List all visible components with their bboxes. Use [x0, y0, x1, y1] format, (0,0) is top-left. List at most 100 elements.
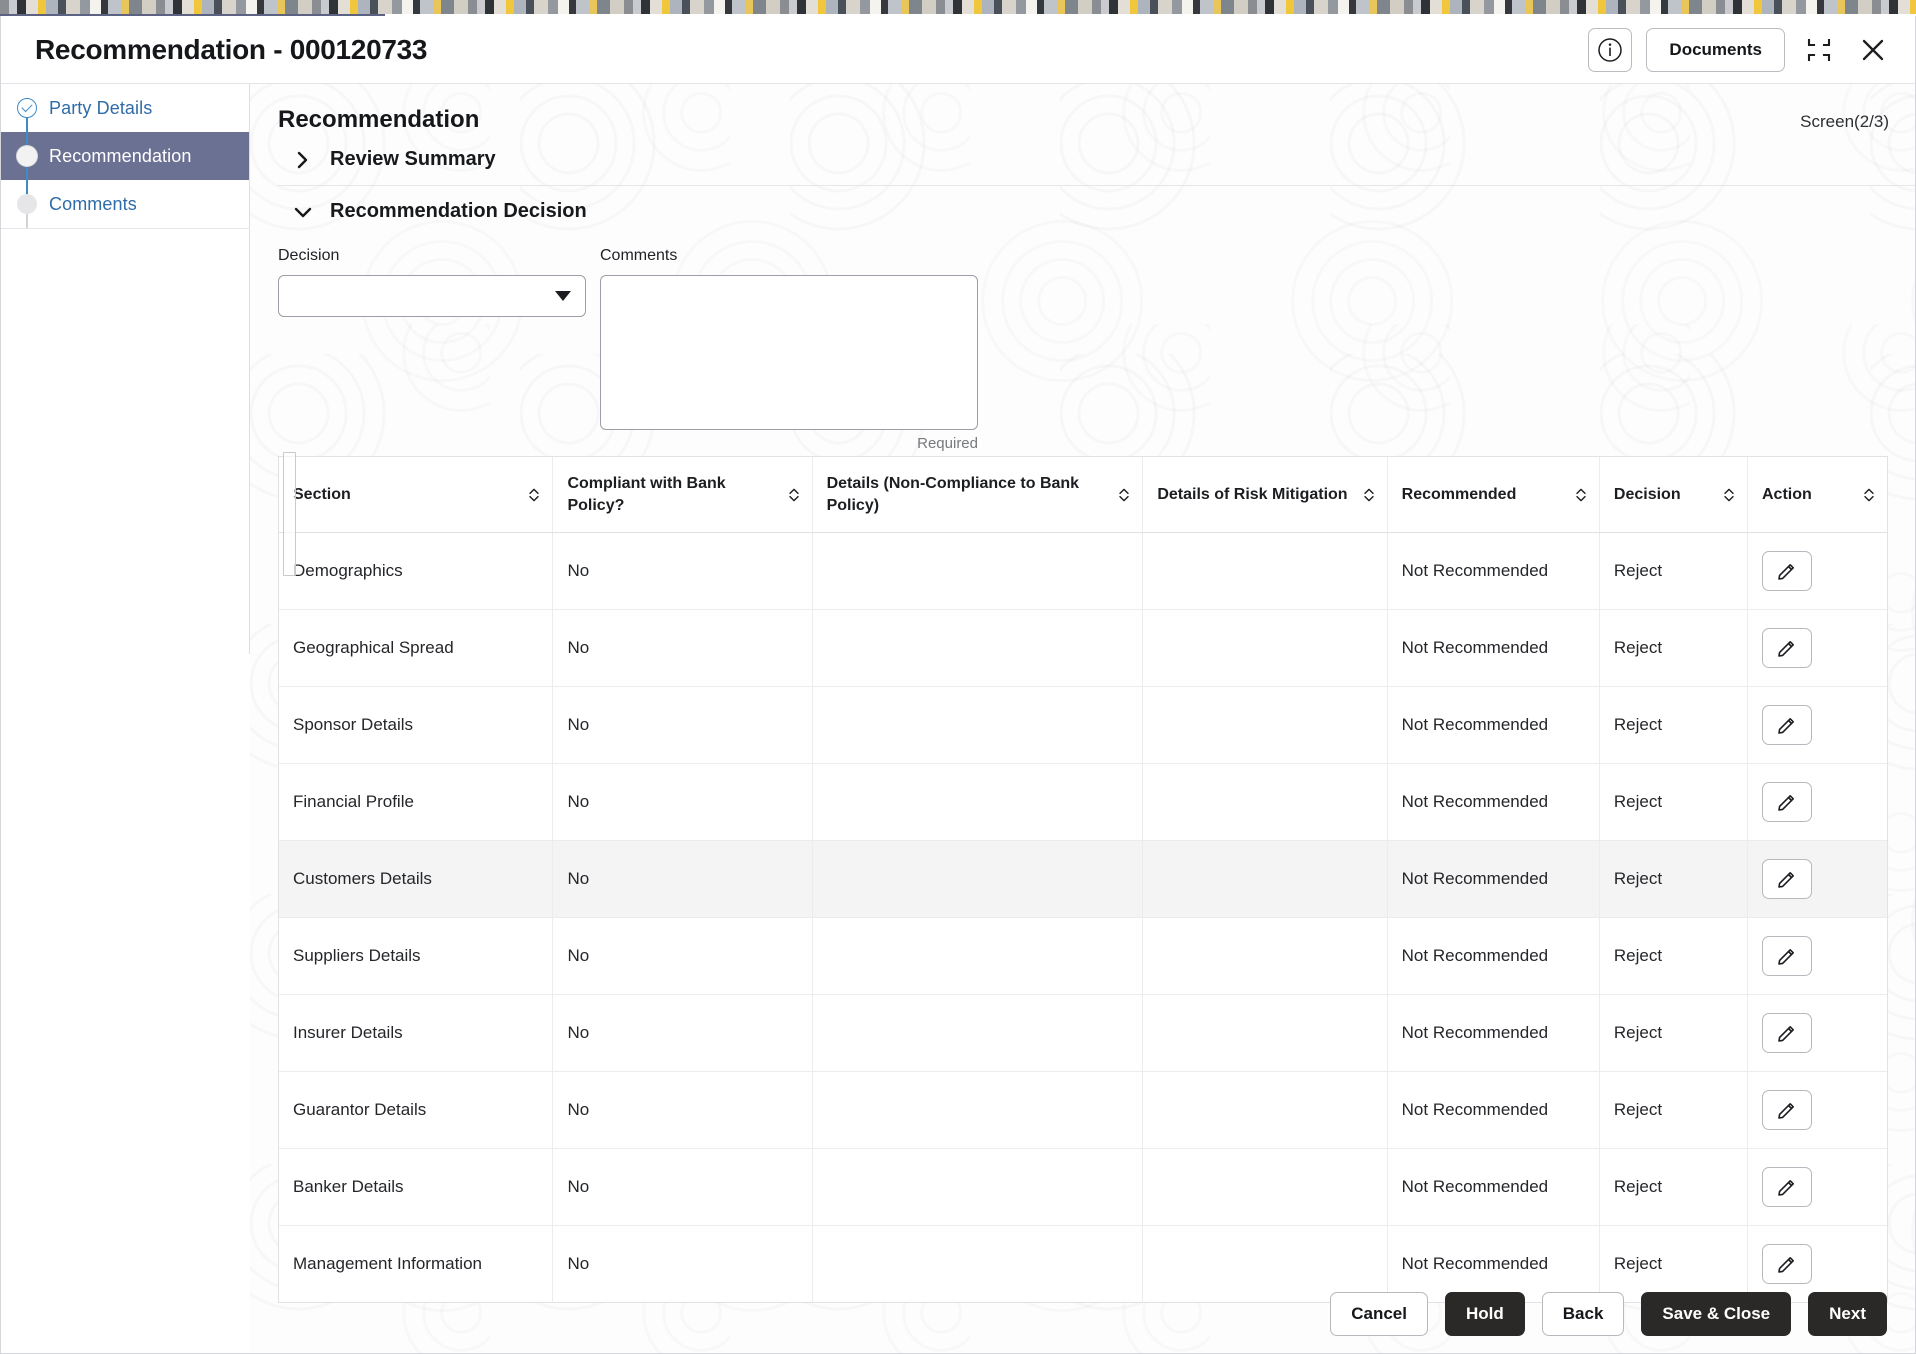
page-title: Recommendation - 000120733 [35, 33, 428, 65]
pencil-edit-icon[interactable] [1761, 936, 1812, 977]
save-close-button[interactable]: Save & Close [1641, 1292, 1792, 1336]
cell-action [1747, 686, 1887, 765]
cell-action [1747, 840, 1887, 919]
action-footer: Cancel Hold Back Save & Close Next [250, 1275, 1915, 1353]
cell-decision: Reject [1599, 917, 1748, 996]
main-content: Recommendation Screen(2/3) Review Summar… [250, 84, 1915, 1353]
chevron-right-icon [292, 150, 314, 170]
table-header-row: Section Compliant with Bank Policy? Deta… [279, 457, 1887, 534]
column-header-compliant[interactable]: Compliant with Bank Policy? [552, 457, 813, 534]
table-row[interactable]: Guarantor Details No Not Recommended Reject [279, 1071, 1887, 1150]
cell-section: Guarantor Details [279, 1071, 554, 1150]
cell-details [812, 532, 1144, 611]
cancel-button[interactable]: Cancel [1330, 1292, 1428, 1336]
sidebar-divider [1, 228, 250, 229]
sidebar-item-recommendation[interactable]: Recommendation [1, 132, 249, 180]
step-done-check-icon [17, 98, 37, 118]
documents-button[interactable]: Documents [1646, 27, 1785, 72]
column-header-section[interactable]: Section [279, 457, 554, 534]
column-header-recommended[interactable]: Recommended [1387, 457, 1600, 534]
column-header-decision[interactable]: Decision [1599, 457, 1748, 534]
table-row[interactable]: Sponsor Details No Not Recommended Reject [279, 686, 1887, 765]
pencil-edit-icon[interactable] [1761, 705, 1812, 746]
hold-button[interactable]: Hold [1444, 1292, 1525, 1336]
cell-section: Sponsor Details [279, 686, 554, 765]
cell-details [812, 763, 1144, 842]
cell-action [1747, 763, 1887, 842]
pencil-edit-icon[interactable] [1761, 1013, 1812, 1054]
main-header: Recommendation Screen(2/3) [250, 84, 1915, 134]
table-row[interactable]: Geographical Spread No Not Recommended Reje… [279, 609, 1887, 688]
sort-icon[interactable] [788, 487, 800, 503]
cell-details [812, 609, 1144, 688]
pencil-edit-icon[interactable] [1761, 628, 1812, 669]
vertical-scrollbar[interactable] [283, 452, 296, 576]
cell-details [812, 917, 1144, 996]
accordion-recommendation-decision[interactable]: Recommendation Decision [278, 186, 1915, 237]
titlebar-actions: Documents [1588, 27, 1893, 72]
table-row[interactable]: Suppliers Details No Not Recommended Reject [279, 917, 1887, 996]
table-row[interactable]: Insurer Details No Not Recommended Reject [279, 994, 1887, 1073]
cell-risk [1142, 609, 1388, 688]
column-header-details[interactable]: Details (Non-Compliance to Bank Policy) [812, 457, 1144, 534]
comments-input[interactable] [600, 275, 978, 430]
sort-icon[interactable] [1863, 487, 1875, 503]
sort-icon[interactable] [1118, 487, 1130, 503]
cell-action [1747, 994, 1887, 1073]
decision-select[interactable] [278, 275, 586, 317]
column-label: Details (Non-Compliance to Bank Policy) [826, 475, 1080, 514]
cell-details [812, 1148, 1144, 1227]
cell-compliant: No [552, 917, 813, 996]
table-row[interactable]: Financial Profile No Not Recommended Reject [279, 763, 1887, 842]
sidebar-item-comments[interactable]: Comments [1, 180, 249, 228]
cell-section: Demographics [279, 532, 554, 611]
column-label: Details of Risk Mitigation [1157, 485, 1348, 503]
sort-icon[interactable] [1575, 487, 1587, 503]
cell-recommended: Not Recommended [1387, 1148, 1600, 1227]
cell-details [812, 686, 1144, 765]
decorative-top-strip [0, 0, 1916, 14]
cell-decision: Reject [1599, 994, 1748, 1073]
info-circle-icon[interactable] [1588, 27, 1633, 72]
collapse-corners-icon[interactable] [1799, 30, 1839, 70]
pencil-edit-icon[interactable] [1761, 859, 1812, 900]
column-label: Section [293, 485, 351, 503]
back-button[interactable]: Back [1541, 1292, 1625, 1336]
comments-required-hint: Required [917, 435, 978, 452]
decision-field-group: Decision [278, 247, 586, 452]
cell-decision: Reject [1599, 1071, 1748, 1150]
cell-decision: Reject [1599, 1148, 1748, 1227]
sort-icon[interactable] [1723, 487, 1735, 503]
next-button[interactable]: Next [1808, 1292, 1887, 1336]
cell-section: Suppliers Details [279, 917, 554, 996]
cell-compliant: No [552, 763, 813, 842]
cell-compliant: No [552, 840, 813, 919]
pencil-edit-icon[interactable] [1761, 1090, 1812, 1131]
cell-action [1747, 532, 1887, 611]
close-x-icon[interactable] [1853, 30, 1893, 70]
sort-icon[interactable] [1363, 487, 1375, 503]
table-row[interactable]: Demographics No Not Recommended Reject [279, 532, 1887, 611]
table-row[interactable]: Customers Details No Not Recommended Reject [279, 840, 1887, 919]
comments-field-group: Comments Required [600, 247, 978, 452]
column-header-action[interactable]: Action [1747, 457, 1887, 534]
column-header-risk-mitigation[interactable]: Details of Risk Mitigation [1142, 457, 1388, 534]
accordion-review-summary[interactable]: Review Summary [278, 134, 1915, 185]
sort-icon[interactable] [528, 487, 540, 503]
column-label: Compliant with Bank Policy? [567, 475, 726, 514]
table-body: Demographics No Not Recommended Reject Geogr… [279, 532, 1887, 1303]
cell-decision: Reject [1599, 686, 1748, 765]
pencil-edit-icon[interactable] [1761, 782, 1812, 823]
pencil-edit-icon[interactable] [1761, 551, 1812, 592]
step-navigation: Party Details Recommendation Comments [1, 84, 250, 229]
table-row[interactable]: Banker Details No Not Recommended Reject [279, 1148, 1887, 1227]
cell-risk [1142, 917, 1388, 996]
decision-form: Decision Comments Required [250, 237, 1915, 452]
cell-risk [1142, 686, 1388, 765]
sidebar-item-party-details[interactable]: Party Details [1, 84, 249, 132]
pencil-edit-icon[interactable] [1761, 1167, 1812, 1208]
cell-decision: Reject [1599, 763, 1748, 842]
cell-section: Geographical Spread [279, 609, 554, 688]
sidebar-item-label: Recommendation [49, 145, 192, 166]
cell-action [1747, 1071, 1887, 1150]
